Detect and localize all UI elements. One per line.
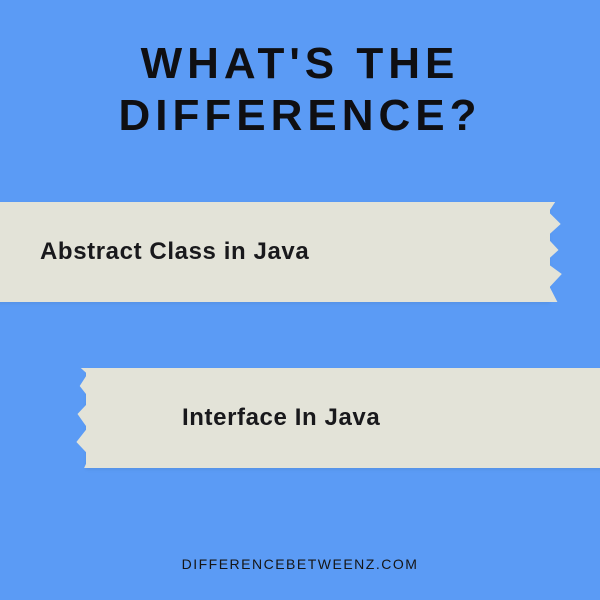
tape-strip-1: Abstract Class in Java bbox=[0, 202, 550, 302]
tape-2-label: Interface In Java bbox=[182, 404, 380, 432]
heading-line-1: WHAT'S THE bbox=[141, 39, 460, 88]
tape-strip-2: Interface In Java bbox=[86, 368, 600, 468]
tape-1-label: Abstract Class in Java bbox=[40, 238, 309, 266]
page-title: WHAT'S THE DIFFERENCE? bbox=[0, 0, 600, 142]
footer-watermark: DIFFERENCEBETWEENZ.COM bbox=[0, 556, 600, 572]
heading-line-2: DIFFERENCE? bbox=[119, 91, 482, 140]
